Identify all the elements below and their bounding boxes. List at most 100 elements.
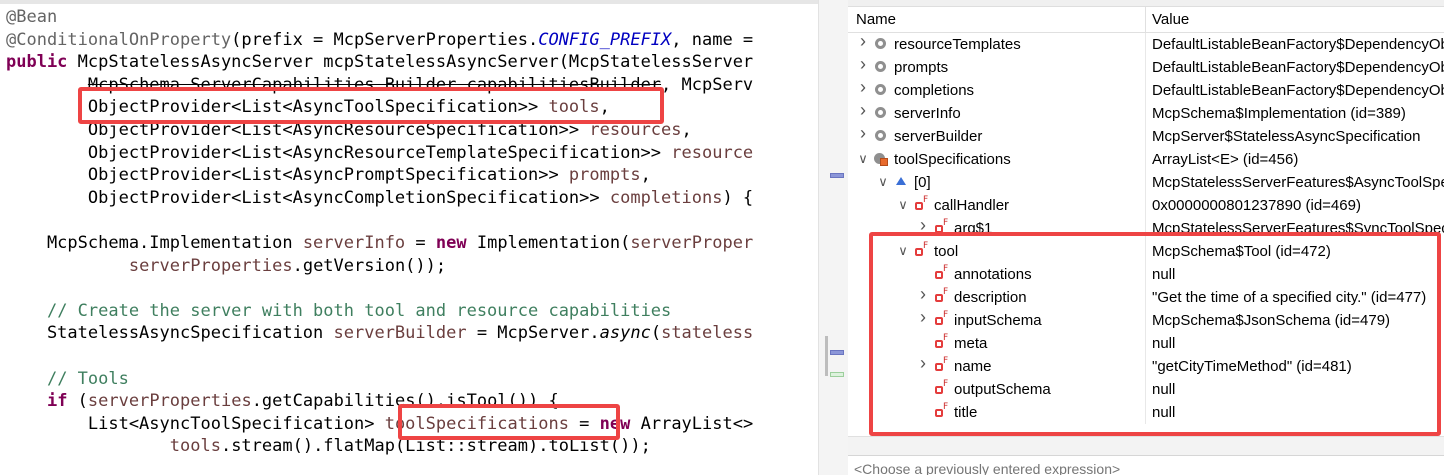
variable-row-callhandler[interactable]: ∨ FcallHandler 0x0000000801237890 (id=469) [848, 194, 1444, 217]
name-cell[interactable]: › prompts [848, 56, 1145, 79]
name-cell[interactable]: › Farg$1 [848, 217, 1145, 240]
variable-row-description[interactable]: › Fdescription "Get the time of a specifie… [848, 286, 1444, 309]
expand-chevron-icon[interactable]: › [857, 79, 869, 96]
variable-value[interactable]: ArrayList<E> (id=456) [1152, 151, 1444, 168]
expand-chevron-icon[interactable]: › [917, 217, 929, 234]
code-line[interactable]: ObjectProvider<List<AsyncResourceTemplat… [6, 142, 763, 165]
name-cell[interactable]: ∨ toolSpecifications [848, 148, 1145, 171]
variable-value[interactable]: 0x0000000801237890 (id=469) [1152, 197, 1444, 214]
change-marker[interactable] [830, 372, 844, 377]
variable-value[interactable]: McpStatelessServerFeatures$SyncToolSpeci… [1152, 220, 1444, 237]
value-column-header[interactable]: Value [1152, 11, 1189, 28]
variable-value[interactable]: null [1152, 335, 1444, 352]
variable-row-tool[interactable]: ∨ Ftool McpSchema$Tool (id=472) [848, 240, 1444, 263]
code-line[interactable]: // Create the server with both tool and … [6, 300, 763, 323]
collapse-chevron-icon[interactable]: ∨ [897, 197, 909, 213]
expression-input[interactable] [854, 461, 1414, 475]
name-cell[interactable]: ∨ Ftool [848, 240, 1145, 263]
code-line[interactable]: @Bean [6, 6, 763, 29]
variable-row-prompts[interactable]: › prompts DefaultListableBeanFactory$Depen… [848, 56, 1444, 79]
variable-row-serverinfo[interactable]: › serverInfo McpSchema$Implementation (id=… [848, 102, 1444, 125]
name-cell[interactable]: › resourceTemplates [848, 33, 1145, 56]
name-cell[interactable]: ∨ FcallHandler [848, 194, 1145, 217]
editor-scroll-thumb[interactable] [825, 336, 828, 376]
variable-row-serverbuilder[interactable]: › serverBuilder McpServer$StatelessAsyncSp… [848, 125, 1444, 148]
variable-value[interactable]: null [1152, 404, 1444, 421]
name-cell[interactable]: Fannotations [848, 263, 1145, 286]
code-line[interactable]: tools.stream().flatMap(List::stream).toL… [6, 435, 763, 458]
code-line[interactable]: McpSchema.ServerCapabilities.Builder cap… [6, 74, 763, 97]
variable-value[interactable]: McpSchema$JsonSchema (id=479) [1152, 312, 1444, 329]
expand-chevron-icon[interactable]: › [917, 286, 929, 303]
horizontal-scrollbar[interactable] [848, 436, 1444, 455]
code-line[interactable]: @ConditionalOnProperty(prefix = McpServe… [6, 29, 763, 52]
variable-row-inputschema[interactable]: › FinputSchema McpSchema$JsonSchema (id=47… [848, 309, 1444, 332]
variable-row-arg1[interactable]: › Farg$1 McpStatelessServerFeatures$SyncTo… [848, 217, 1444, 240]
name-cell[interactable]: › serverInfo [848, 102, 1145, 125]
variable-value[interactable]: McpServer$StatelessAsyncSpecification [1152, 128, 1444, 145]
code-line[interactable]: ObjectProvider<List<AsyncResourceSpecifi… [6, 119, 763, 142]
name-cell[interactable]: Ftitle [848, 401, 1145, 424]
variables-tree[interactable]: › resourceTemplates DefaultListableBeanFac… [848, 33, 1444, 424]
name-cell[interactable]: › FinputSchema [848, 309, 1145, 332]
code-line[interactable]: public McpStatelessAsyncServer mcpStatel… [6, 51, 763, 74]
expand-chevron-icon[interactable]: › [857, 33, 869, 50]
code-line[interactable]: McpSchema.Implementation serverInfo = ne… [6, 232, 763, 255]
code-line[interactable] [6, 209, 763, 232]
variable-value[interactable]: DefaultListableBeanFactory$DependencyObj… [1152, 82, 1444, 99]
expand-chevron-icon[interactable]: › [917, 355, 929, 372]
variable-value[interactable]: DefaultListableBeanFactory$DependencyObj… [1152, 59, 1444, 76]
variable-value[interactable]: null [1152, 381, 1444, 398]
name-cell[interactable]: › completions [848, 79, 1145, 102]
column-divider[interactable] [1145, 7, 1146, 32]
expand-chevron-icon[interactable]: › [857, 125, 869, 142]
code-line[interactable]: serverProperties.getVersion()); [6, 255, 763, 278]
occurrence-marker[interactable] [830, 173, 844, 178]
code-line[interactable]: // Tools [6, 368, 763, 391]
collapse-chevron-icon[interactable]: ∨ [897, 243, 909, 259]
variable-value[interactable]: "getCityTimeMethod" (id=481) [1152, 358, 1444, 375]
code-line[interactable]: ObjectProvider<List<AsyncCompletionSpeci… [6, 187, 763, 210]
code-line[interactable]: ObjectProvider<List<AsyncToolSpecificati… [6, 96, 763, 119]
code-line[interactable] [6, 345, 763, 368]
name-column-header[interactable]: Name [856, 11, 896, 28]
name-cell[interactable]: › Fdescription [848, 286, 1145, 309]
code-line[interactable]: ObjectProvider<List<AsyncPromptSpecifica… [6, 164, 763, 187]
expand-chevron-icon[interactable]: › [917, 309, 929, 326]
expand-chevron-icon[interactable]: › [857, 102, 869, 119]
overview-ruler[interactable] [818, 0, 849, 475]
variable-row-outputschema[interactable]: FoutputSchema null [848, 378, 1444, 401]
expand-chevron-icon[interactable]: › [857, 56, 869, 73]
variable-row-title[interactable]: Ftitle null [848, 401, 1444, 424]
variable-row-resourcetemplates[interactable]: › resourceTemplates DefaultListableBeanFac… [848, 33, 1444, 56]
code-text[interactable]: @Bean @ConditionalOnProperty(prefix = Mcp… [6, 6, 763, 458]
code-editor[interactable]: @Bean @ConditionalOnProperty(prefix = Mcp… [0, 0, 818, 475]
occurrence-marker[interactable] [830, 350, 844, 355]
name-cell[interactable]: Fmeta [848, 332, 1145, 355]
code-line[interactable]: if (serverProperties.getCapabilities().i… [6, 390, 763, 413]
name-cell[interactable]: FoutputSchema [848, 378, 1145, 401]
variable-value[interactable]: DefaultListableBeanFactory$DependencyObj… [1152, 36, 1444, 53]
code-line[interactable]: List<AsyncToolSpecification> toolSpecifi… [6, 413, 763, 436]
variable-row-meta[interactable]: Fmeta null [848, 332, 1444, 355]
variable-row-toolspecifications[interactable]: ∨ toolSpecifications ArrayList<E> (id=456) [848, 148, 1444, 171]
name-cell[interactable]: ∨ [0] [848, 171, 1145, 194]
collapse-chevron-icon[interactable]: ∨ [857, 151, 869, 167]
variable-value[interactable]: McpStatelessServerFeatures$AsyncToolSpec… [1152, 174, 1444, 191]
variable-value[interactable]: "Get the time of a specified city." (id=… [1152, 289, 1444, 306]
code-token: McpSchema.Implementation [6, 232, 303, 253]
variable-row-annotations[interactable]: Fannotations null [848, 263, 1444, 286]
code-line[interactable]: StatelessAsyncSpecification serverBuilde… [6, 322, 763, 345]
variable-row-0[interactable]: ∨ [0] McpStatelessServerFeatures$AsyncTool… [848, 171, 1444, 194]
variable-row-completions[interactable]: › completions DefaultListableBeanFactory$D… [848, 79, 1444, 102]
code-token: ArrayList<> [630, 413, 754, 434]
variable-row-name[interactable]: › Fname "getCityTimeMethod" (id=481) [848, 355, 1444, 378]
variable-value[interactable]: McpSchema$Implementation (id=389) [1152, 105, 1444, 122]
variable-value[interactable]: McpSchema$Tool (id=472) [1152, 243, 1444, 260]
variable-value[interactable]: null [1152, 266, 1444, 283]
collapse-chevron-icon[interactable]: ∨ [877, 174, 889, 190]
name-cell[interactable]: › Fname [848, 355, 1145, 378]
name-cell[interactable]: › serverBuilder [848, 125, 1145, 148]
code-line[interactable] [6, 277, 763, 300]
